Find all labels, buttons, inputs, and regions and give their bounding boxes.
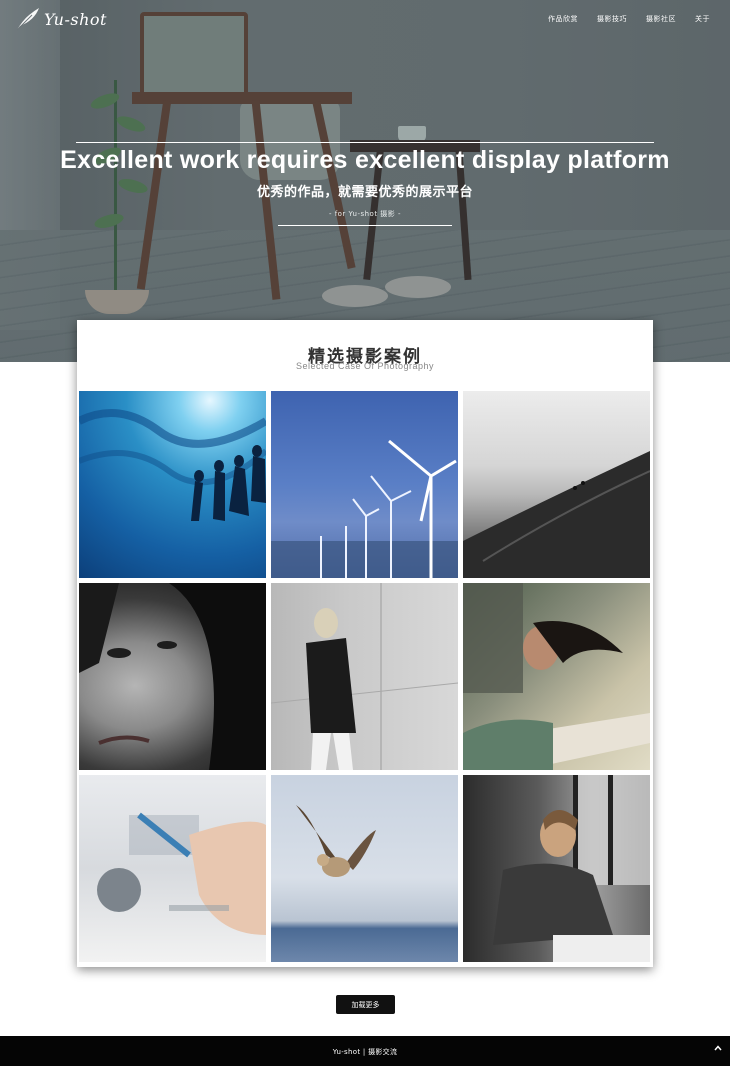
gallery-card: 精选摄影案例 Selected Case Of Photography [77, 320, 653, 967]
hero-divider-top [76, 142, 654, 143]
photo-man-writing[interactable] [463, 775, 650, 962]
nav-item-about[interactable]: 关于 [695, 14, 710, 24]
hero-title: Excellent work requires excellent displa… [60, 146, 670, 174]
photo-woman-wall[interactable] [271, 583, 458, 770]
gallery-subtitle: Selected Case Of Photography [295, 361, 435, 371]
nav-item-tips[interactable]: 摄影技巧 [597, 14, 627, 24]
owl-art [296, 805, 376, 877]
feather-icon [16, 8, 39, 31]
underwater-art [79, 409, 266, 521]
brand-name: Yu-shot [44, 9, 107, 29]
woman-wall-art [271, 583, 458, 770]
footer-text: Yu-shot | 摄影交流 [332, 1048, 398, 1056]
photo-woman-windblown[interactable] [463, 583, 650, 770]
face-art [79, 583, 266, 770]
page: Yu-shot 作品欣赏 摄影技巧 摄影社区 关于 Excellent work… [0, 0, 730, 1066]
footer: Yu-shot | 摄影交流 [0, 1036, 730, 1066]
top-nav: 作品欣赏 摄影技巧 摄影社区 关于 [548, 14, 710, 24]
hero-banner: Yu-shot 作品欣赏 摄影技巧 摄影社区 关于 Excellent work… [0, 0, 730, 362]
load-more-button[interactable]: 加载更多 [336, 995, 395, 1014]
hero-divider-bottom [278, 225, 452, 226]
photo-face-portrait[interactable] [79, 583, 266, 770]
nav-item-works[interactable]: 作品欣赏 [548, 14, 578, 24]
photo-tablet-hand[interactable] [79, 775, 266, 962]
photo-underwater[interactable] [79, 391, 266, 578]
woman-windblown-art [463, 583, 650, 770]
brand-logo[interactable]: Yu-shot [14, 6, 107, 32]
hero-tagline: - for Yu-shot 摄影 - [328, 210, 402, 218]
photo-owl-flight[interactable] [271, 775, 458, 962]
wind-turbine-art [271, 439, 458, 578]
dune-art [463, 451, 650, 578]
back-to-top-glyph [714, 1045, 722, 1051]
tablet-art [97, 812, 266, 935]
nav-item-community[interactable]: 摄影社区 [646, 14, 676, 24]
chevron-up-icon[interactable] [712, 1042, 724, 1054]
photo-wind-turbines[interactable] [271, 391, 458, 578]
man-writing-art [493, 775, 650, 962]
hero-subtitle: 优秀的作品，就需要优秀的展示平台 [256, 185, 473, 200]
photo-grid [79, 391, 651, 963]
photo-sand-dune[interactable] [463, 391, 650, 578]
